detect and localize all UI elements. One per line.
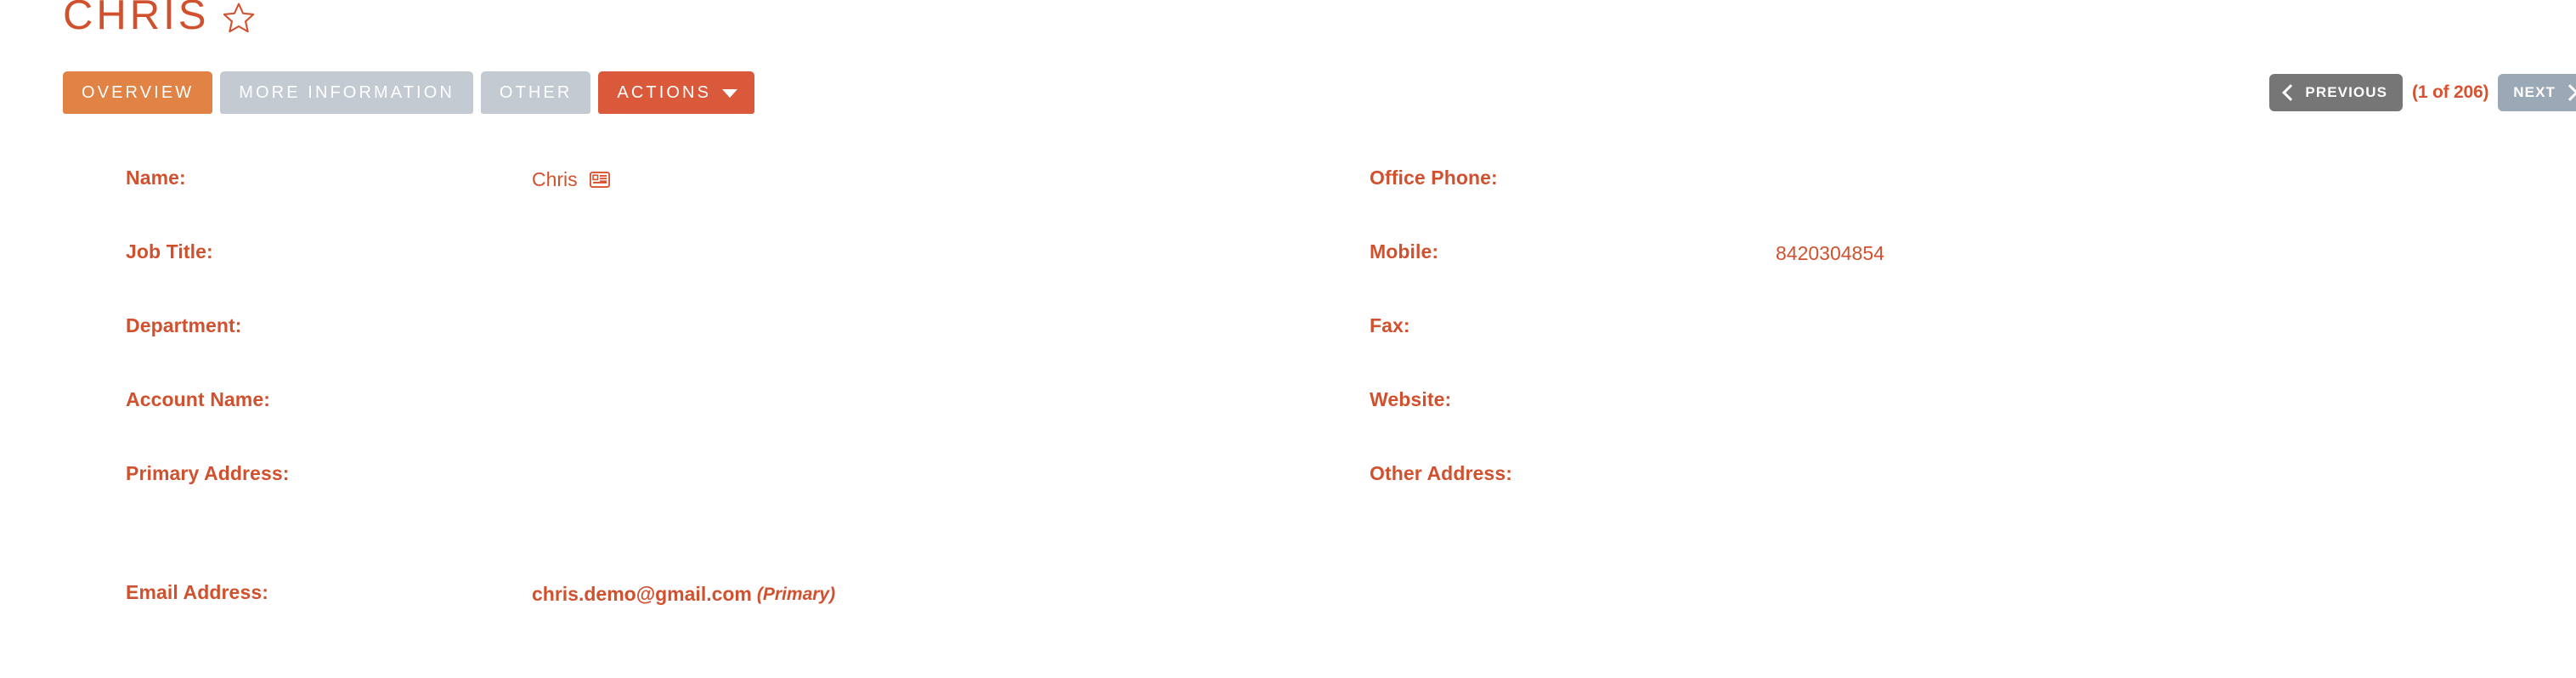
record-counter: (1 of 206) [2412,82,2489,102]
field-value-name[interactable]: Chris [532,168,610,191]
field-label-account-name: Account Name: [126,388,270,410]
field-label-website: Website: [1370,388,1452,410]
field-row-website: Website: [1370,388,2559,462]
field-label-name: Name: [126,167,186,189]
field-label-primary-address: Primary Address: [126,462,290,484]
field-value-name-text: Chris [532,168,578,190]
field-row-account-name: Account Name: [126,388,1358,462]
actions-dropdown-button[interactable]: ACTIONS [598,71,755,114]
field-row-primary-address: Primary Address: [126,462,1358,581]
record-header: CHRIS [63,0,257,39]
field-value-mobile[interactable]: 8420304854 [1776,242,1884,265]
chevron-left-icon [2282,84,2300,101]
previous-button[interactable]: PREVIOUS [2269,74,2404,111]
record-tabbar: OVERVIEW MORE INFORMATION OTHER ACTIONS [63,71,755,114]
chevron-down-icon [722,89,738,98]
next-label: NEXT [2513,84,2556,100]
field-row-office-phone: Office Phone: [1370,167,2559,240]
detail-column-right: Office Phone: Mobile: 8420304854 Fax: We… [1370,167,2559,536]
star-icon[interactable] [221,0,257,36]
field-label-other-address: Other Address: [1370,462,1512,484]
field-row-department: Department: [126,314,1358,388]
field-label-department: Department: [126,314,242,336]
field-value-email-address[interactable]: chris.demo@gmail.com (Primary) [532,583,835,606]
field-value-email-text: chris.demo@gmail.com [532,583,752,605]
field-label-fax: Fax: [1370,314,1410,336]
tab-other[interactable]: OTHER [480,71,591,114]
field-row-mobile: Mobile: 8420304854 [1370,240,2559,314]
chevron-right-icon [2562,84,2576,101]
vcard-icon[interactable] [589,172,610,188]
previous-label: PREVIOUS [2305,84,2388,100]
field-label-email-address: Email Address: [126,581,268,603]
field-row-fax: Fax: [1370,314,2559,388]
detail-column-left: Name: Chris Job Title: Department: Accou… [126,167,1358,655]
tab-more-information[interactable]: MORE INFORMATION [220,71,473,114]
next-button[interactable]: NEXT [2498,74,2576,111]
field-label-job-title: Job Title: [126,240,213,263]
field-row-job-title: Job Title: [126,240,1358,314]
page-title: CHRIS [63,0,210,38]
field-label-mobile: Mobile: [1370,240,1439,263]
field-label-office-phone: Office Phone: [1370,167,1498,189]
field-row-name: Name: Chris [126,167,1358,240]
field-row-other-address: Other Address: [1370,462,2559,536]
tab-overview[interactable]: OVERVIEW [63,71,213,114]
actions-label: ACTIONS [617,83,712,102]
field-row-email-address: Email Address: chris.demo@gmail.com (Pri… [126,581,1358,655]
record-pager: PREVIOUS (1 of 206) NEXT [2269,71,2576,114]
email-primary-qualifier: (Primary) [756,584,836,604]
